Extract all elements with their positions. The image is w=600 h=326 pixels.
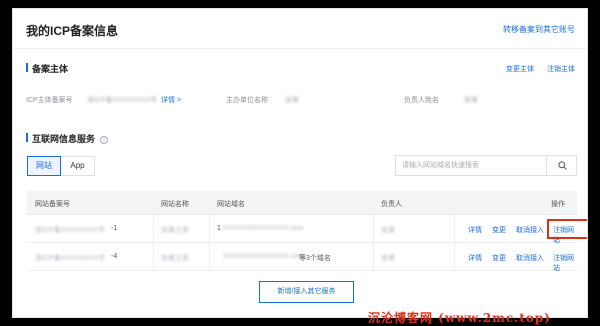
icp-record-label: ICP主体备案号	[26, 97, 73, 104]
domain: XXXXXXXXXXXXXX.com	[223, 253, 304, 260]
record-no: 浙ICP备XXXXXXXX号	[35, 255, 106, 262]
cancel-access-link[interactable]: 取消接入	[516, 253, 544, 263]
table-row: 浙ICP备XXXXXXXX号 -1 张某之家 1 XXXXXXXXXXXXXX.…	[27, 215, 587, 244]
detail-link[interactable]: 详情	[468, 253, 482, 263]
info-icon[interactable]: i	[100, 136, 109, 144]
col-divider	[153, 215, 154, 242]
col-divider	[454, 215, 455, 242]
domain: XXXXXXXXXXXXXX.com	[223, 225, 304, 232]
cancel-website-link[interactable]: 注销网站	[553, 253, 577, 273]
site-name: 张某之家	[161, 255, 189, 262]
subject-section-title: 备案主体	[26, 62, 68, 75]
col-record-no: 网站备案号	[35, 201, 70, 208]
col-site-name: 网站名称	[161, 201, 189, 208]
detail-link[interactable]: 详情	[468, 225, 482, 235]
cancel-access-link[interactable]: 取消接入	[516, 225, 544, 235]
col-divider	[373, 243, 374, 270]
domain-count: 等3个域名	[299, 255, 331, 262]
icp-panel: 我的ICP备案信息 转移备案到其它账号 备案主体 变更主体 注销主体 ICP主体…	[12, 8, 588, 318]
highlight-box	[547, 219, 587, 239]
subject-detail-link[interactable]: 详情 >	[161, 95, 181, 105]
owner: 张某	[381, 227, 395, 234]
website-table: 网站备案号 网站名称 网站域名 负责人 操作 浙ICP备XXXXXXXX号 -1…	[27, 191, 587, 273]
service-tabs: 网站 App	[27, 156, 95, 176]
page-title: 我的ICP备案信息	[26, 24, 119, 38]
domain-search-input[interactable]: 请输入网站域名快速搜索	[395, 155, 547, 176]
owner-name-label: 负责人姓名	[404, 97, 439, 104]
cancel-subject-link[interactable]: 注销主体	[547, 64, 575, 74]
services-section-title: 互联网信息服务 i	[26, 132, 109, 145]
col-divider	[153, 243, 154, 270]
transfer-record-link[interactable]: 转移备案到其它账号	[503, 24, 575, 35]
site-name: 张某之家	[161, 227, 189, 234]
organizer-value: 张某	[285, 97, 299, 104]
table-header: 网站备案号 网站名称 网站域名 负责人 操作	[27, 191, 577, 215]
col-divider	[373, 215, 374, 242]
table-row: 浙ICP备XXXXXXXX号 -4 张某之家 XXXXXXXXXXXXXX.co…	[27, 243, 577, 273]
col-domain: 网站域名	[217, 201, 245, 208]
record-suffix: -4	[111, 253, 118, 260]
col-actions: 操作	[551, 201, 565, 208]
col-divider	[209, 215, 210, 242]
services-title-text: 互联网信息服务	[32, 134, 96, 144]
col-owner: 负责人	[381, 201, 402, 208]
col-divider	[454, 243, 455, 270]
col-divider	[209, 243, 210, 270]
organizer-label: 主办单位名称	[226, 97, 268, 104]
add-service-button[interactable]: 新增/接入其它服务	[259, 281, 354, 303]
change-subject-link[interactable]: 变更主体	[506, 64, 534, 74]
change-link[interactable]: 变更	[492, 225, 506, 235]
domain-prefix: 1	[217, 225, 221, 232]
search-button[interactable]	[546, 155, 577, 176]
search-icon	[558, 161, 567, 170]
icp-record-value: 浙ICP备XXXXXXXX号	[87, 97, 158, 104]
record-suffix: -1	[111, 225, 118, 232]
tab-app[interactable]: App	[61, 156, 95, 176]
title-bar: 我的ICP备案信息 转移备案到其它账号	[13, 9, 587, 49]
owner: 张某	[381, 255, 395, 262]
record-no: 浙ICP备XXXXXXXX号	[35, 227, 106, 234]
tab-website[interactable]: 网站	[27, 156, 61, 176]
watermark: 沉沦博客网 (www.2mc.top)	[368, 311, 551, 325]
owner-name-value: 张某	[464, 97, 478, 104]
change-link[interactable]: 变更	[492, 253, 506, 263]
